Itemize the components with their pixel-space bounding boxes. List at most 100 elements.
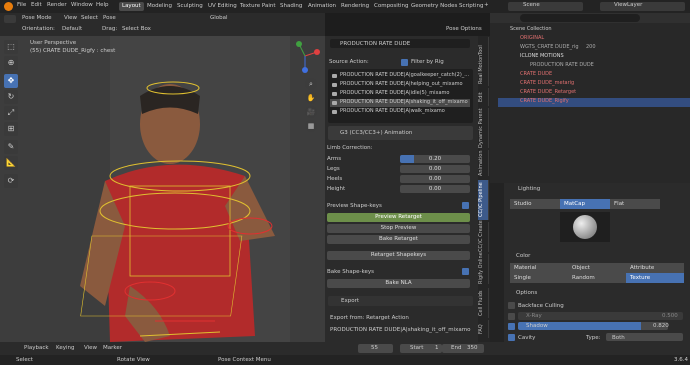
action-list-item[interactable]: PRODUCTION RATE DUDE|A|walk_mixamo bbox=[330, 108, 470, 116]
blender-logo-icon[interactable] bbox=[4, 2, 13, 11]
filter-by-rig-checkbox[interactable] bbox=[401, 59, 408, 66]
action-list-item[interactable]: PRODUCTION RATE DUDE|A|idle(5)_mixamo bbox=[330, 90, 470, 98]
outliner-row[interactable]: CRATE DUDE_metarig bbox=[498, 80, 690, 89]
3d-viewport[interactable] bbox=[0, 36, 325, 342]
tab-cc-ic-pipeline[interactable]: CC/iC Pipeline bbox=[478, 180, 489, 220]
retarget-shapekeys-button[interactable]: Retarget Shapekeys bbox=[327, 251, 470, 260]
tab-texture-paint[interactable]: Texture Paint bbox=[237, 2, 279, 11]
menu-render[interactable]: Render bbox=[47, 2, 67, 8]
scene-name: Scene bbox=[523, 2, 540, 8]
color-object[interactable]: Object bbox=[568, 263, 626, 273]
move-tool-icon[interactable]: ✥ bbox=[4, 74, 18, 88]
menu-view[interactable]: View bbox=[64, 15, 77, 21]
cavity-checkbox[interactable] bbox=[508, 334, 515, 341]
drag-value[interactable]: Select Box bbox=[122, 26, 151, 32]
tab-uv-editing[interactable]: UV Editing bbox=[205, 2, 240, 11]
outliner-row[interactable]: ORIGINAL bbox=[498, 35, 690, 44]
tab-rigify-online[interactable]: Rigify Online bbox=[478, 252, 489, 284]
xray-slider[interactable] bbox=[518, 312, 683, 320]
bake-nla-button[interactable]: Bake NLA bbox=[327, 279, 470, 288]
pose-tool-icon[interactable]: ⟳ bbox=[4, 174, 18, 188]
tab-geometry-nodes[interactable]: Geometry Nodes bbox=[408, 2, 460, 11]
outliner-row[interactable]: CRATE DUDE bbox=[498, 71, 690, 80]
outliner-row[interactable]: ICLONE MOTIONS bbox=[498, 53, 690, 62]
timeline-view[interactable]: View bbox=[84, 345, 97, 351]
legs-slider[interactable]: 0.00 bbox=[400, 165, 470, 173]
backface-culling-checkbox[interactable] bbox=[508, 302, 515, 309]
pan-icon[interactable]: ✋ bbox=[305, 92, 317, 104]
outliner-row-selected[interactable]: CRATE DUDE_Rigify bbox=[498, 98, 690, 107]
lighting-flat[interactable]: Flat bbox=[610, 199, 660, 209]
scale-tool-icon[interactable]: ⤢ bbox=[4, 106, 18, 120]
bake-shapekeys-checkbox[interactable] bbox=[462, 268, 469, 275]
orientation-value[interactable]: Default bbox=[62, 26, 82, 32]
preview-shapekeys-checkbox[interactable] bbox=[462, 202, 469, 209]
outliner-row[interactable]: WGTS_CRATE DUDE_rig 200 bbox=[498, 44, 690, 53]
navigation-gizmo[interactable] bbox=[285, 38, 325, 74]
matcap-preview[interactable] bbox=[560, 212, 610, 242]
xray-checkbox[interactable] bbox=[508, 313, 515, 320]
transform-orientation[interactable]: Global bbox=[210, 15, 228, 21]
tab-real-motion[interactable]: Real Motion bbox=[478, 52, 489, 86]
menu-select[interactable]: Select bbox=[81, 15, 98, 21]
heels-slider[interactable]: 0.00 bbox=[400, 175, 470, 183]
tab-shading[interactable]: Shading bbox=[277, 2, 305, 11]
tab-layout[interactable]: Layout bbox=[119, 2, 144, 11]
action-list-item-selected[interactable]: PRODUCTION RATE DUDE|A|shaking_it_off_mi… bbox=[330, 99, 470, 107]
rotate-tool-icon[interactable]: ↻ bbox=[4, 90, 18, 104]
perspective-toggle-icon[interactable]: ▦ bbox=[305, 120, 317, 132]
height-slider[interactable]: 0.00 bbox=[400, 185, 470, 193]
tab-modeling[interactable]: Modeling bbox=[144, 2, 175, 11]
outliner-search[interactable] bbox=[520, 14, 640, 22]
tab-compositing[interactable]: Compositing bbox=[371, 2, 411, 11]
color-material[interactable]: Material bbox=[510, 263, 568, 273]
transform-tool-icon[interactable]: ⊞ bbox=[4, 122, 18, 136]
outliner-row[interactable]: CRATE DUDE_Retarget bbox=[498, 89, 690, 98]
bake-shapekeys-label: Bake Shape-keys bbox=[327, 269, 374, 275]
menu-file[interactable]: File bbox=[17, 2, 26, 8]
zoom-icon[interactable]: ⌕ bbox=[305, 78, 317, 90]
select-box-tool-icon[interactable]: ⬚ bbox=[4, 40, 18, 54]
tab-cc-ic-create[interactable]: CC/iC Create bbox=[478, 220, 489, 252]
tab-animation-side[interactable]: Animation bbox=[478, 150, 489, 176]
cursor-tool-icon[interactable]: ⊕ bbox=[4, 56, 18, 70]
tab-scripting[interactable]: Scripting bbox=[456, 2, 486, 11]
pose-options[interactable]: Pose Options bbox=[446, 26, 482, 32]
mode-selector[interactable]: Pose Mode bbox=[22, 15, 51, 21]
tab-animation[interactable]: Animation bbox=[305, 2, 339, 11]
measure-tool-icon[interactable]: 📐 bbox=[4, 156, 18, 170]
preview-retarget-button[interactable]: Preview Retarget bbox=[327, 213, 470, 222]
add-workspace-icon[interactable]: + bbox=[484, 2, 489, 8]
shadow-checkbox[interactable] bbox=[508, 323, 515, 330]
menu-window[interactable]: Window bbox=[71, 2, 93, 8]
menu-help[interactable]: Help bbox=[96, 2, 109, 8]
lighting-studio[interactable]: Studio bbox=[510, 199, 560, 209]
color-attribute[interactable]: Attribute bbox=[626, 263, 684, 273]
bake-retarget-button[interactable]: Bake Retarget bbox=[327, 235, 470, 244]
tab-sculpting[interactable]: Sculpting bbox=[174, 2, 206, 11]
menu-edit[interactable]: Edit bbox=[31, 2, 42, 8]
stop-preview-button[interactable]: Stop Preview bbox=[327, 224, 470, 233]
annotate-tool-icon[interactable]: ✎ bbox=[4, 140, 18, 154]
color-texture[interactable]: Texture bbox=[626, 273, 684, 283]
menu-pose[interactable]: Pose bbox=[103, 15, 116, 21]
timeline-marker[interactable]: Marker bbox=[103, 345, 122, 351]
editor-type-icon[interactable] bbox=[4, 15, 16, 23]
timeline-playback[interactable]: Playback bbox=[24, 345, 49, 351]
action-list-item[interactable]: PRODUCTION RATE DUDE|A|goalkeeper_catch(… bbox=[330, 72, 470, 80]
tab-cell-fluids[interactable]: Cell Fluids bbox=[478, 288, 489, 318]
timeline-keying[interactable]: Keying bbox=[56, 345, 74, 351]
lighting-matcap[interactable]: MatCap bbox=[560, 199, 610, 209]
color-random[interactable]: Random bbox=[568, 273, 626, 283]
outliner-row[interactable]: PRODUCTION RATE DUDE bbox=[498, 62, 690, 71]
tab-rendering[interactable]: Rendering bbox=[338, 2, 372, 11]
action-list-item[interactable]: PRODUCTION RATE DUDE|A|helping_out_mixam… bbox=[330, 81, 470, 89]
arms-slider[interactable]: 0.20 bbox=[400, 155, 470, 163]
scene-selector[interactable] bbox=[508, 2, 583, 11]
viewlayer-selector[interactable] bbox=[600, 2, 685, 11]
tab-faq[interactable]: FAQ bbox=[478, 320, 489, 338]
color-single[interactable]: Single bbox=[510, 273, 568, 283]
camera-view-icon[interactable]: 🎥 bbox=[305, 106, 317, 118]
tab-dynamic-parent[interactable]: Dynamic Parent bbox=[478, 108, 489, 148]
tab-edit[interactable]: Edit bbox=[478, 88, 489, 106]
